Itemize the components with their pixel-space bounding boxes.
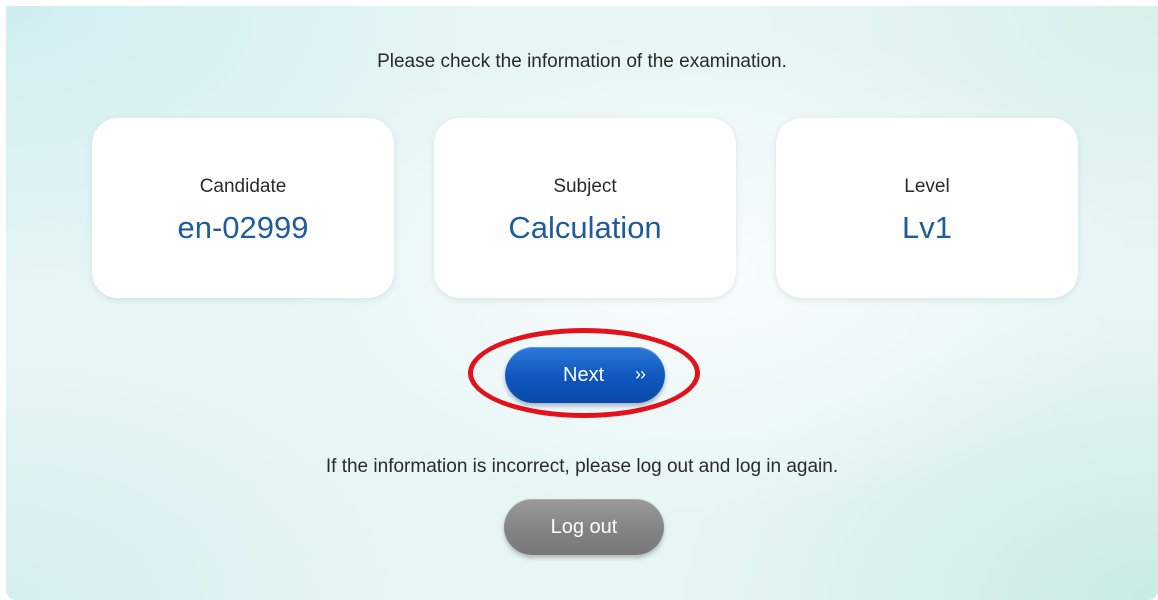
level-value: Lv1 <box>902 210 952 245</box>
level-card: Level Lv1 <box>776 118 1078 298</box>
subject-card: Subject Calculation <box>434 118 736 298</box>
double-chevron-right-icon: ›› <box>635 364 646 384</box>
level-label: Level <box>904 176 950 197</box>
subject-label: Subject <box>553 176 617 197</box>
instruction-text: Please check the information of the exam… <box>377 51 787 72</box>
next-button-label: Next <box>563 364 605 386</box>
incorrect-info-text: If the information is incorrect, please … <box>325 456 839 477</box>
candidate-value: en-02999 <box>177 210 309 245</box>
subject-value: Calculation <box>508 210 662 245</box>
next-button[interactable]: Next ›› <box>505 347 665 403</box>
candidate-card: Candidate en-02999 <box>92 118 394 298</box>
logout-button[interactable]: Log out <box>504 499 664 555</box>
exam-confirmation-panel: Please check the information of the exam… <box>6 6 1158 600</box>
candidate-label: Candidate <box>199 176 287 197</box>
next-button-area: Next ›› <box>468 328 700 418</box>
